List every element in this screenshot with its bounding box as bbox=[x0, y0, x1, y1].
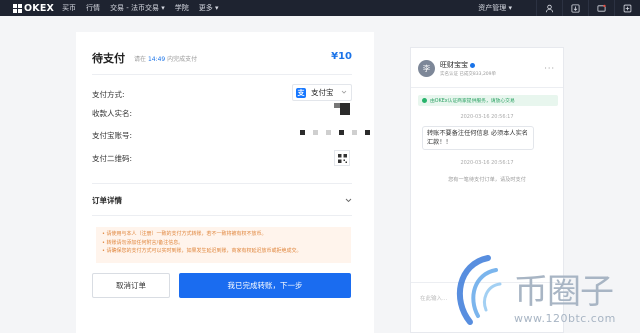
watermark-text: 币圈子 bbox=[514, 272, 614, 312]
logo-text: OKEX bbox=[24, 2, 55, 14]
more-options-icon[interactable]: ··· bbox=[544, 64, 555, 73]
top-navigation-bar: OKEX 买币 行情 交易 - 法币交易 ▾ 学院 更多 ▾ 资产管理 ▾ bbox=[0, 0, 640, 16]
chat-message: 转账不要备注任何信息 必须本人实名汇款！！ bbox=[422, 126, 534, 150]
nav-item-buy-coin[interactable]: 买币 bbox=[62, 3, 76, 13]
notice-line: • 请使用与本人（注册）一致的支付方式转账，若不一致将被有权不放币。 bbox=[102, 231, 267, 237]
chat-header: 李 旺财宝宝 实名认证 已成交833,209单 ··· bbox=[411, 48, 563, 88]
redacted-account bbox=[300, 130, 370, 135]
asset-management-menu[interactable]: 资产管理 ▾ bbox=[478, 3, 512, 13]
chevron-down-icon: ▾ bbox=[215, 4, 219, 12]
shield-icon bbox=[422, 98, 427, 103]
alipay-account-label: 支付宝账号: bbox=[92, 131, 133, 140]
payment-method-select[interactable]: 支 支付宝 bbox=[292, 84, 352, 101]
topbar-right: 资产管理 ▾ bbox=[478, 0, 640, 16]
cancel-order-button[interactable]: 取消订单 bbox=[92, 273, 170, 298]
transfer-completed-button[interactable]: 我已完成转账，下一步 bbox=[179, 273, 351, 298]
nav-item-more-label: 更多 bbox=[198, 4, 213, 12]
safety-notice: 由OKEx认证商家提供服务，请放心交易 bbox=[418, 95, 558, 106]
merchant-name: 旺财宝宝 bbox=[440, 60, 475, 70]
notice-line: • 转账请勿添加任何附言/备注信息。 bbox=[102, 239, 184, 246]
order-detail-toggle[interactable]: 订单详情 bbox=[92, 195, 122, 206]
countdown-time: 14:49 bbox=[147, 56, 166, 63]
qr-code-icon[interactable] bbox=[334, 150, 350, 166]
nav-item-trade[interactable]: 交易 - 法币交易 ▾ bbox=[110, 3, 165, 13]
payee-name-label: 收款人实名: bbox=[92, 109, 133, 118]
qr-code-label: 支付二维码: bbox=[92, 154, 133, 163]
hint-prefix: 请在 bbox=[134, 56, 147, 63]
system-message: 您有一笔待支付订单，请及时支付 bbox=[448, 177, 526, 183]
avatar: 李 bbox=[418, 60, 435, 77]
nav-item-academy[interactable]: 学院 bbox=[175, 3, 189, 13]
message-timestamp: 2020-03-16 20:56:17 bbox=[460, 160, 514, 166]
chevron-down-icon bbox=[341, 90, 347, 94]
page-title: 待支付 bbox=[92, 52, 125, 65]
payment-method-value: 支付宝 bbox=[311, 88, 334, 97]
download-icon[interactable] bbox=[562, 0, 588, 16]
watermark-url: www.120btc.com bbox=[514, 312, 616, 325]
chevron-down-icon[interactable] bbox=[345, 197, 352, 203]
payment-card: 待支付 请在 14:49 内完成支付 ¥10 支付方式: 支 支付宝 收款人实名… bbox=[76, 32, 374, 333]
globe-icon[interactable] bbox=[614, 0, 640, 16]
safety-notice-text: 由OKEx认证商家提供服务，请放心交易 bbox=[430, 99, 515, 104]
merchant-name-text: 旺财宝宝 bbox=[440, 61, 468, 69]
payment-notice: • 请使用与本人（注册）一致的支付方式转账，若不一致将被有权不放币。 • 转账请… bbox=[96, 227, 351, 263]
divider bbox=[92, 183, 352, 184]
divider bbox=[92, 215, 352, 216]
divider bbox=[92, 74, 352, 75]
okex-logo-icon bbox=[13, 3, 22, 13]
main-nav: 买币 行情 交易 - 法币交易 ▾ 学院 更多 ▾ bbox=[62, 3, 218, 13]
merchant-meta: 实名认证 已成交833,209单 bbox=[440, 72, 497, 77]
message-icon[interactable] bbox=[588, 0, 614, 16]
user-icon[interactable] bbox=[536, 0, 562, 16]
payment-amount: ¥10 bbox=[331, 51, 352, 62]
alipay-icon: 支 bbox=[296, 87, 306, 98]
payment-method-label: 支付方式: bbox=[92, 90, 125, 99]
asset-management-label: 资产管理 bbox=[478, 4, 507, 12]
okex-logo[interactable]: OKEX bbox=[13, 3, 54, 14]
nav-item-market[interactable]: 行情 bbox=[86, 3, 100, 13]
watermark-swirl-logo bbox=[456, 255, 502, 325]
nav-item-trade-label: 交易 - 法币交易 bbox=[110, 4, 160, 12]
countdown-hint: 请在 14:49 内完成支付 bbox=[134, 54, 197, 63]
hint-suffix: 内完成支付 bbox=[167, 56, 198, 63]
watermark: 币圈子 www.120btc.com bbox=[440, 250, 640, 333]
redacted-payee-name bbox=[340, 103, 350, 115]
chevron-down-icon: ▾ bbox=[161, 4, 165, 12]
verified-icon bbox=[470, 62, 475, 68]
notice-line: • 请确保您的支付方式可以实时到账，如果发生延迟到账，商家有权延迟放币或拒绝成交… bbox=[102, 248, 302, 254]
nav-item-more[interactable]: 更多 ▾ bbox=[199, 3, 219, 13]
message-timestamp: 2020-03-16 20:56:17 bbox=[460, 114, 514, 120]
